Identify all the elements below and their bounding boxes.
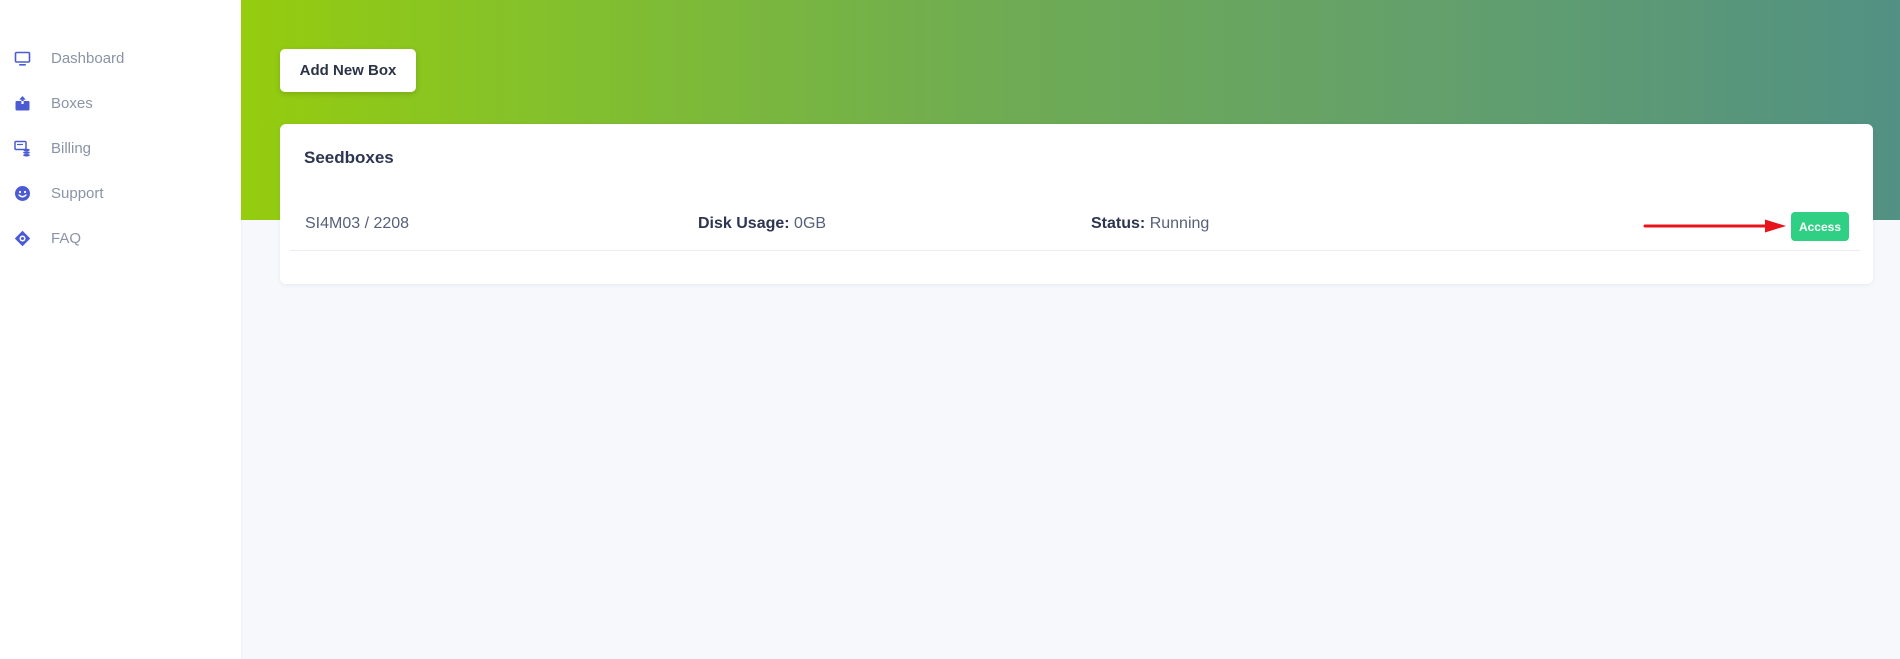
disk-usage-label: Disk Usage: xyxy=(698,215,790,232)
monitor-icon xyxy=(14,50,31,67)
billing-icon xyxy=(14,140,31,157)
status-label: Status: xyxy=(1091,215,1146,232)
table-row: SI4M03 / 2208 Disk Usage: 0GB Status: Ru… xyxy=(290,206,1860,251)
disk-usage: Disk Usage: 0GB xyxy=(698,215,826,233)
box-name: SI4M03 / 2208 xyxy=(305,215,410,232)
sidebar-item-label: Boxes xyxy=(51,95,93,112)
status-value: Running xyxy=(1149,215,1210,232)
sidebar-item-faq[interactable]: FAQ xyxy=(0,216,241,261)
sidebar-item-label: Billing xyxy=(51,140,92,157)
add-new-box-button[interactable]: Add New Box xyxy=(280,49,416,92)
box-status: Status: Running xyxy=(1091,215,1209,233)
smiley-icon xyxy=(14,185,31,202)
seedboxes-card: Seedboxes SI4M03 / 2208 Disk Usage: 0GB … xyxy=(280,124,1873,284)
sidebar-item-label: Dashboard xyxy=(51,50,125,67)
sidebar-item-boxes[interactable]: Boxes xyxy=(0,81,241,126)
sidebar-item-label: Support xyxy=(51,185,104,202)
annotation-arrow-icon xyxy=(1643,219,1786,233)
lifebuoy-icon xyxy=(14,230,31,247)
sidebar-nav: Dashboard Boxes Billing Support FAQ xyxy=(0,36,241,261)
sidebar-item-billing[interactable]: Billing xyxy=(0,126,241,171)
sidebar-item-support[interactable]: Support xyxy=(0,171,241,216)
sidebar-item-dashboard[interactable]: Dashboard xyxy=(0,36,241,81)
box-icon xyxy=(14,95,31,112)
card-title: Seedboxes xyxy=(304,148,394,167)
sidebar-item-label: FAQ xyxy=(51,230,82,247)
access-button[interactable]: Access xyxy=(1791,212,1849,241)
sidebar: Dashboard Boxes Billing Support FAQ xyxy=(0,0,241,659)
disk-usage-value: 0GB xyxy=(794,215,827,232)
